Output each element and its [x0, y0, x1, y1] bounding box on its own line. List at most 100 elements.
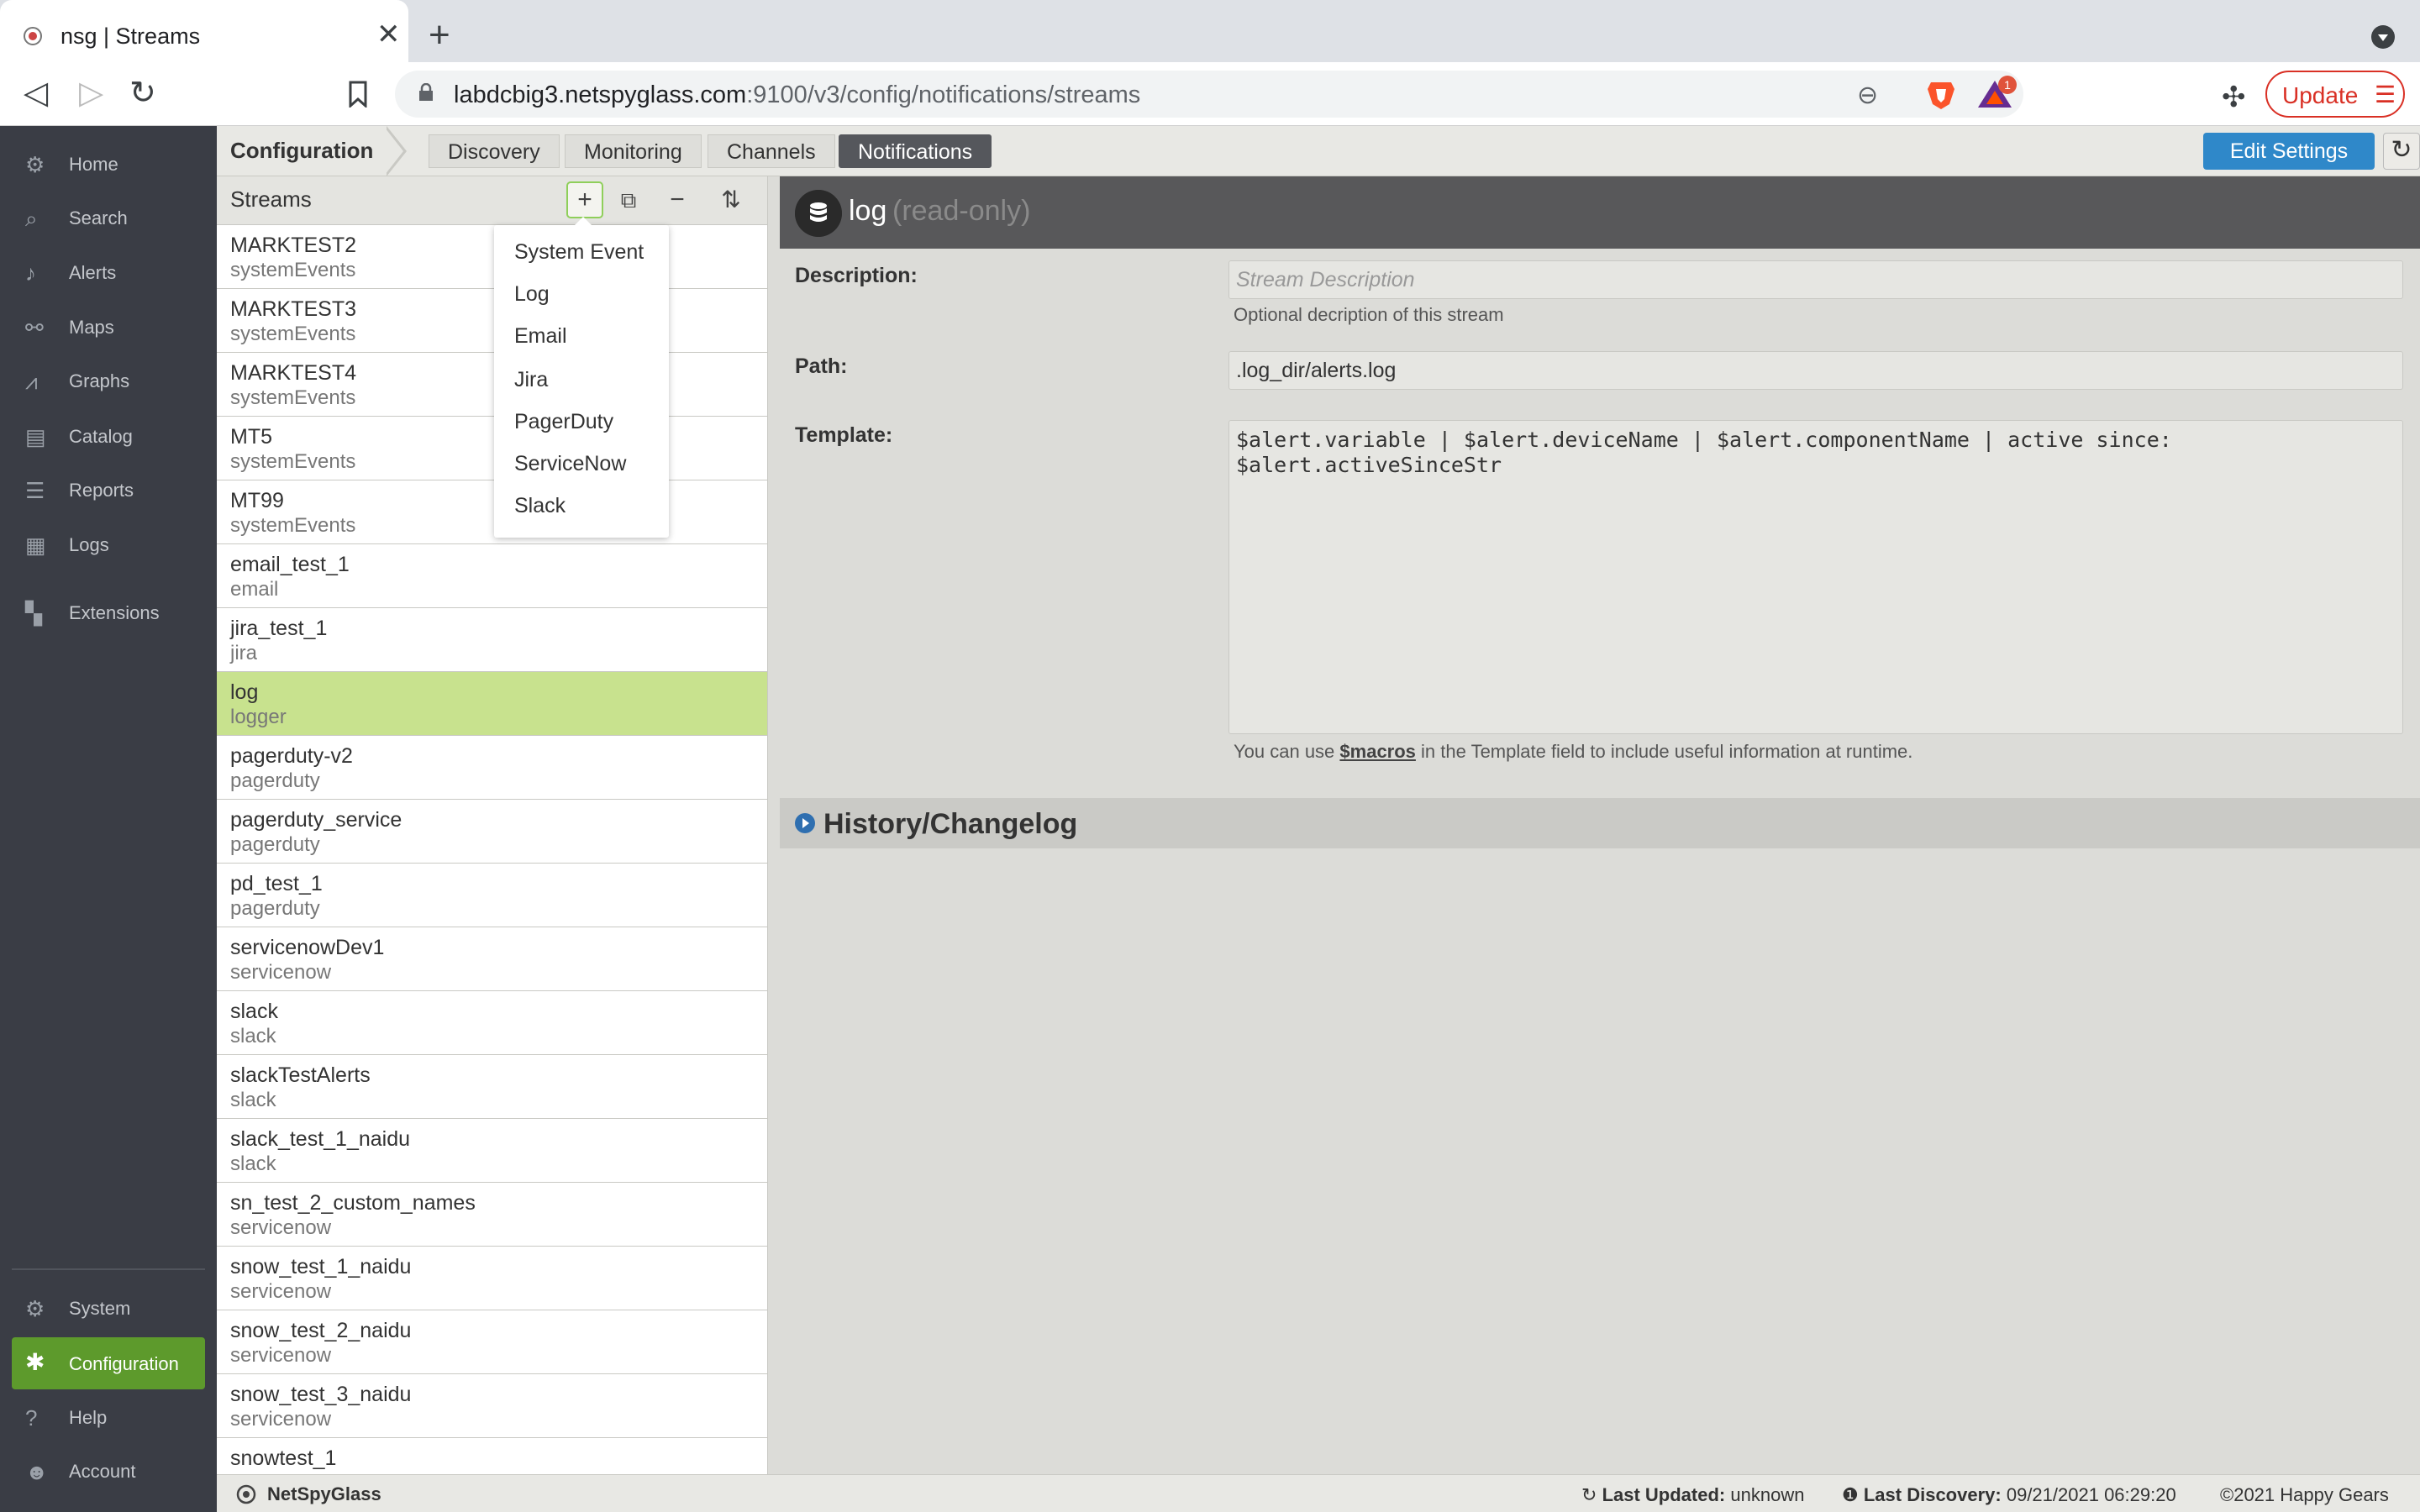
menu-item-log[interactable]: Log — [514, 282, 550, 307]
plus-icon: + — [577, 186, 592, 213]
list-item[interactable]: snowtest_1 — [217, 1438, 767, 1474]
sidebar-item-configuration[interactable]: ✱ Configuration — [12, 1337, 205, 1389]
status-footer: NetSpyGlass ↻ Last Updated: unknown ❶ La… — [217, 1474, 2420, 1512]
sidebar-item-account[interactable]: ☻ Account — [0, 1448, 217, 1495]
sidebar-item-graphs[interactable]: ⩘ Graphs — [0, 358, 217, 405]
stream-item-name: snowtest_1 — [230, 1446, 337, 1470]
stream-item-type: systemEvents — [230, 514, 356, 537]
stream-item-name: servicenowDev1 — [230, 936, 385, 959]
stream-item-name: MARKTEST2 — [230, 234, 357, 257]
streams-header: Streams + ⧉ − ⇅ — [217, 176, 767, 225]
sidebar-item-logs[interactable]: ▦ Logs — [0, 522, 217, 569]
list-item[interactable]: snow_test_2_naidu servicenow — [217, 1310, 767, 1374]
bookmark-icon[interactable] — [348, 81, 368, 108]
list-item[interactable]: slack slack — [217, 991, 767, 1055]
menu-item-pagerduty[interactable]: PagerDuty — [514, 410, 613, 434]
list-item[interactable]: jira_test_1 jira — [217, 608, 767, 672]
sidebar-item-help[interactable]: ? Help — [0, 1394, 217, 1441]
sidebar-item-catalog[interactable]: ▤ Catalog — [0, 413, 217, 460]
rewards-badge: 1 — [1998, 76, 2017, 94]
list-item[interactable]: MARKTEST3 systemEvents — [217, 289, 767, 353]
forward-icon[interactable]: ▷ — [79, 77, 103, 109]
menu-item-email[interactable]: Email — [514, 324, 567, 349]
stream-item-name: jira_test_1 — [230, 617, 328, 640]
configuration-header: Configuration Discovery Monitoring Chann… — [217, 126, 2420, 176]
tab-search-icon[interactable] — [2371, 25, 2395, 49]
list-item[interactable]: email_test_1 email — [217, 544, 767, 608]
stream-item-name: pagerduty_service — [230, 808, 402, 832]
list-item[interactable]: servicenowDev1 servicenow — [217, 927, 767, 991]
tab-channels[interactable]: Channels — [708, 134, 835, 168]
browser-toolbar: ◁ ▷ ↻ labdcbig3.netspyglass.com:9100/v3/… — [0, 62, 2420, 126]
refresh-button[interactable]: ↻ — [2383, 133, 2420, 170]
stream-item-type: servicenow — [230, 1408, 332, 1431]
list-item[interactable]: pd_test_1 pagerduty — [217, 864, 767, 927]
brave-shield-icon[interactable] — [1924, 77, 1958, 111]
sidebar-item-home[interactable]: ⚙ Home — [0, 141, 217, 188]
history-changelog-toggle[interactable]: History/Changelog — [780, 798, 2420, 848]
new-tab-icon[interactable]: + — [429, 17, 450, 54]
list-item[interactable]: slack_test_1_naidu slack — [217, 1119, 767, 1183]
list-item[interactable]: MT99 systemEvents — [217, 480, 767, 544]
menu-item-jira[interactable]: Jira — [514, 368, 548, 392]
address-bar[interactable]: labdcbig3.netspyglass.com:9100/v3/config… — [395, 71, 2023, 118]
search-icon: ⌕ — [25, 206, 38, 231]
menu-item-servicenow[interactable]: ServiceNow — [514, 452, 626, 476]
stream-item-type: systemEvents — [230, 259, 356, 281]
list-item[interactable]: sn_test_2_custom_names servicenow — [217, 1183, 767, 1247]
list-item[interactable]: snow_test_3_naidu servicenow — [217, 1374, 767, 1438]
duplicate-stream-button[interactable]: ⧉ — [610, 181, 647, 218]
sidebar-item-system[interactable]: ⚙ System — [0, 1285, 217, 1332]
menu-item-slack[interactable]: Slack — [514, 494, 566, 518]
sort-streams-button[interactable]: ⇅ — [713, 181, 750, 218]
gear-icon: ⚙ — [25, 1296, 45, 1321]
tab-discovery[interactable]: Discovery — [429, 134, 560, 168]
back-icon[interactable]: ◁ — [24, 77, 48, 109]
browser-tab[interactable]: nsg | Streams ✕ — [0, 0, 408, 62]
sync-icon: ↻ — [1581, 1484, 1597, 1505]
extensions-icon: ▚ — [25, 601, 42, 626]
graph-icon: ⩘ — [25, 369, 38, 394]
close-tab-icon[interactable]: ✕ — [376, 20, 401, 49]
edit-settings-button[interactable]: Edit Settings — [2203, 133, 2375, 170]
list-item[interactable]: pagerduty_service pagerduty — [217, 800, 767, 864]
copyright: ©2021 Happy Gears — [2220, 1484, 2389, 1505]
list-item[interactable]: log logger — [217, 672, 767, 736]
sidebar-item-search[interactable]: ⌕ Search — [0, 195, 217, 242]
stream-item-name: MARKTEST4 — [230, 361, 357, 385]
stream-item-type: jira — [230, 642, 258, 664]
sort-icon: ⇅ — [721, 186, 741, 213]
path-input[interactable]: .log_dir/alerts.log — [1228, 351, 2403, 390]
extensions-puzzle-icon[interactable]: ✣ — [2222, 81, 2246, 114]
stream-item-type: slack — [230, 1152, 276, 1175]
add-stream-button[interactable]: + — [566, 181, 603, 218]
browser-update-button[interactable]: Update ☰ — [2265, 71, 2405, 118]
sidebar-item-alerts[interactable]: ♪ Alerts — [0, 249, 217, 297]
template-textarea[interactable]: $alert.variable | $alert.deviceName | $a… — [1228, 420, 2403, 734]
list-item[interactable]: MT5 systemEvents — [217, 417, 767, 480]
sidebar-item-maps[interactable]: ⚯ Maps — [0, 304, 217, 351]
macros-link[interactable]: $macros — [1339, 741, 1416, 762]
stream-item-name: snow_test_3_naidu — [230, 1383, 412, 1406]
list-item[interactable]: pagerduty-v2 pagerduty — [217, 736, 767, 800]
menu-item-system-event[interactable]: System Event — [514, 240, 644, 265]
list-item[interactable]: slackTestAlerts slack — [217, 1055, 767, 1119]
reload-icon[interactable]: ↻ — [129, 77, 156, 109]
description-label: Description: — [795, 264, 918, 287]
sidebar-item-extensions[interactable]: ▚ Extensions — [0, 590, 217, 637]
sidebar-item-reports[interactable]: ☰ Reports — [0, 467, 217, 514]
template-label: Template: — [795, 423, 893, 447]
reports-icon: ☰ — [25, 478, 45, 503]
tab-monitoring[interactable]: Monitoring — [565, 134, 702, 168]
zoom-icon[interactable]: ⊖ — [1857, 81, 1878, 110]
tab-notifications[interactable]: Notifications — [839, 134, 992, 168]
list-item[interactable]: snow_test_1_naidu servicenow — [217, 1247, 767, 1310]
info-icon: ❶ — [1842, 1484, 1859, 1505]
description-input[interactable]: Stream Description — [1228, 260, 2403, 299]
brand-name: NetSpyGlass — [267, 1483, 381, 1504]
stream-item-name: snow_test_1_naidu — [230, 1255, 412, 1278]
stream-item-name: slackTestAlerts — [230, 1063, 371, 1087]
list-item[interactable]: MARKTEST4 systemEvents — [217, 353, 767, 417]
list-item[interactable]: MARKTEST2 systemEvents — [217, 225, 767, 289]
remove-stream-button[interactable]: − — [659, 181, 696, 218]
